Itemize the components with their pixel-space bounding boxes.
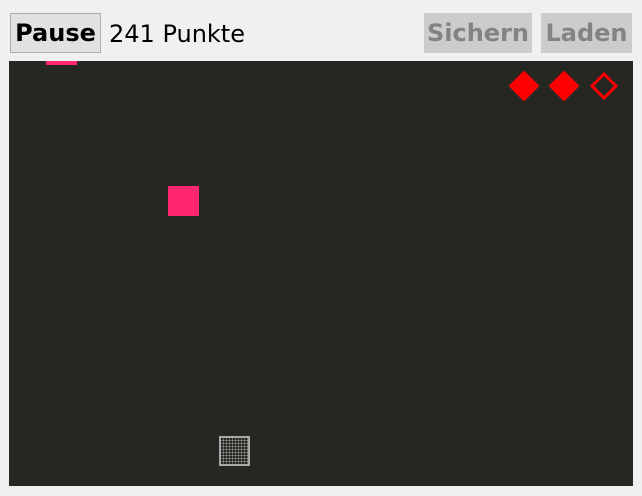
- game-window: Pause 241 Punkte Sichern Laden: [0, 0, 642, 496]
- game-field[interactable]: [9, 61, 633, 486]
- life-diamond-shape: [549, 71, 579, 101]
- save-button[interactable]: Sichern: [424, 13, 532, 53]
- pause-button[interactable]: Pause: [10, 13, 101, 53]
- player-catcher[interactable]: [219, 436, 250, 466]
- falling-block: [168, 186, 199, 216]
- life-diamond-icon: [509, 71, 539, 101]
- life-diamond-outline-icon: [589, 71, 619, 101]
- score-label: 241 Punkte: [109, 20, 245, 48]
- falling-block: [46, 61, 77, 65]
- load-button[interactable]: Laden: [541, 13, 632, 53]
- life-diamond-shape: [509, 71, 539, 101]
- life-diamond-shape: [589, 71, 619, 101]
- life-diamond-icon: [549, 71, 579, 101]
